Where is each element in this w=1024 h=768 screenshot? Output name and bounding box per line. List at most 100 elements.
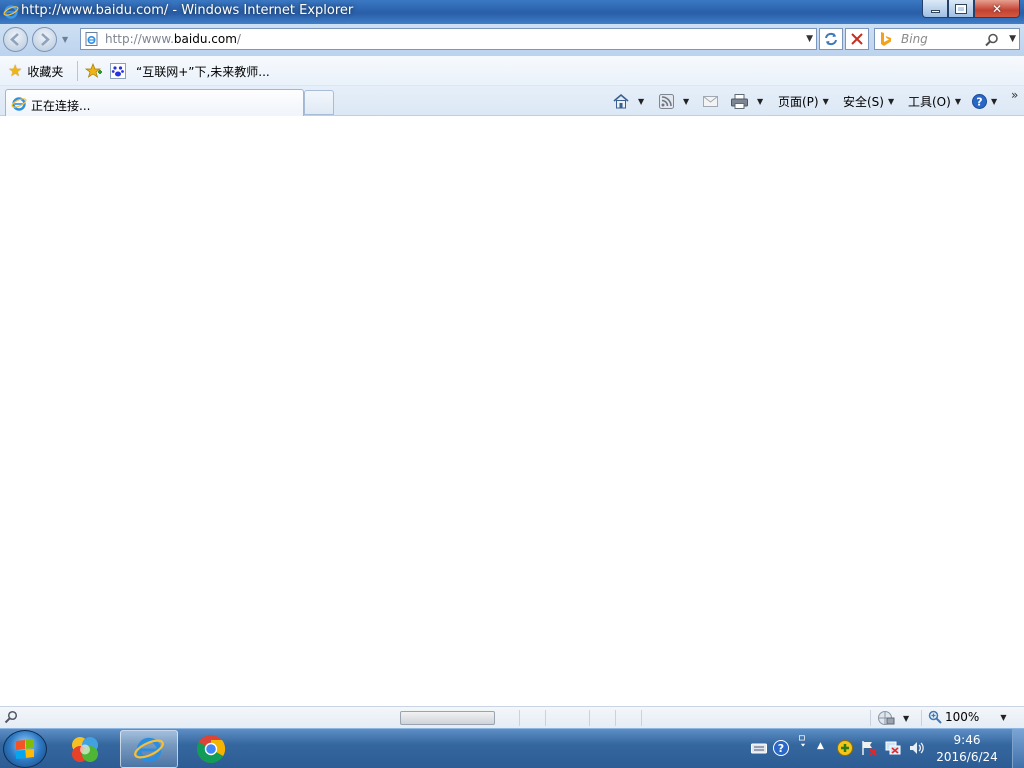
bing-logo-icon — [881, 32, 891, 46]
favorites-star-icon: ★ — [8, 61, 23, 80]
stop-button[interactable] — [845, 28, 869, 50]
favorites-bar: ★ 收藏夹 “互联网+”下,未来教师... — [0, 56, 1024, 86]
colorful-app-icon — [72, 737, 98, 762]
page-menu-label: 页面(P) — [778, 94, 819, 109]
search-options-dropdown[interactable]: ▼ — [1009, 34, 1016, 44]
protected-mode-button[interactable]: ▼ — [877, 710, 909, 726]
zoom-level: 100% — [945, 710, 980, 724]
tools-menu[interactable]: 工具(O) ▼ — [908, 92, 961, 110]
keyboard-icon[interactable] — [751, 740, 767, 756]
taskbar-app-qq-pinyin[interactable] — [56, 730, 114, 768]
status-divider — [519, 710, 520, 726]
start-button[interactable] — [3, 730, 47, 768]
new-tab-button[interactable] — [304, 90, 334, 115]
globe-lock-icon — [878, 711, 895, 725]
forward-arrow-icon — [41, 33, 50, 46]
search-box[interactable]: Bing ▼ — [874, 28, 1020, 50]
zoom-magnifier-icon — [928, 710, 942, 724]
tab-title: 正在连接... — [31, 99, 91, 113]
svg-text:?: ? — [976, 95, 982, 108]
back-button[interactable] — [3, 27, 28, 52]
status-divider — [921, 710, 922, 726]
favorites-separator — [77, 61, 78, 81]
help-tray-icon[interactable]: ? — [773, 740, 789, 756]
maximize-button[interactable] — [948, 0, 974, 18]
stop-icon — [851, 33, 863, 45]
safety-menu[interactable]: 安全(S) ▼ — [843, 92, 894, 110]
show-hidden-icons-button[interactable]: ▲ — [817, 741, 824, 751]
taskbar: ? ▲ 9:46 2016/6/24 — [0, 728, 1024, 768]
favorites-button[interactable]: ★ 收藏夹 — [8, 62, 63, 80]
page-ie-icon — [85, 32, 98, 46]
network-icon[interactable] — [885, 740, 901, 756]
navigation-bar: ▼ http://www.baidu.com/ ▼ Bing ▼ — [0, 24, 1024, 56]
page-menu[interactable]: 页面(P) ▼ — [778, 92, 829, 110]
status-divider — [589, 710, 590, 726]
mail-icon — [703, 95, 718, 107]
favorite-link[interactable]: “互联网+”下,未来教师... — [110, 62, 270, 80]
taskbar-chrome[interactable] — [182, 730, 240, 768]
compatibility-refresh-button[interactable] — [819, 28, 843, 50]
taskbar-internet-explorer[interactable] — [120, 730, 178, 768]
tab-and-command-bar: 正在连接... ▼ ▼ ▼ 页面(P) ▼ 安全(S) ▼ 工具(O) ▼ ? … — [0, 86, 1024, 116]
safety-menu-label: 安全(S) — [843, 94, 884, 109]
windows-logo-icon — [16, 739, 34, 759]
minimize-icon — [930, 10, 940, 13]
zoom-dropdown-icon[interactable]: ▼ — [1000, 713, 1006, 722]
tab-ie-icon — [11, 97, 27, 111]
window-controls: ✕ — [922, 0, 1020, 18]
feeds-dropdown-icon[interactable]: ▼ — [683, 97, 689, 106]
command-bar-overflow-button[interactable]: » — [1011, 86, 1018, 104]
refresh-icon — [825, 32, 837, 46]
close-button[interactable]: ✕ — [974, 0, 1020, 18]
show-desktop-button[interactable] — [1012, 729, 1024, 768]
page-content-area[interactable] — [0, 116, 1024, 706]
home-icon — [613, 93, 629, 109]
home-button[interactable]: ▼ — [612, 92, 644, 110]
zoom-control[interactable]: 100% ▼ — [928, 710, 1006, 724]
volume-icon[interactable] — [909, 740, 925, 756]
help-icon: ? — [972, 93, 987, 109]
loading-progress-bar — [400, 711, 495, 725]
protected-mode-dropdown-icon: ▼ — [903, 713, 910, 723]
add-green-icon[interactable] — [837, 740, 853, 756]
window-title: http://www.baidu.com/ - Windows Internet… — [21, 3, 354, 18]
forward-button[interactable] — [32, 27, 57, 52]
close-icon: ✕ — [991, 1, 1003, 16]
recent-pages-dropdown[interactable]: ▼ — [62, 35, 68, 44]
add-to-favorites-bar-button[interactable] — [85, 62, 103, 80]
search-icon[interactable] — [985, 33, 999, 47]
help-menu[interactable]: ? ▼ — [972, 92, 997, 110]
page-menu-dropdown-icon: ▼ — [822, 96, 829, 106]
tab-active[interactable]: 正在连接... — [5, 89, 304, 116]
maximize-icon — [955, 3, 967, 14]
system-clock[interactable]: 9:46 2016/6/24 — [932, 732, 1002, 766]
flag-alert-icon[interactable] — [861, 740, 877, 756]
feeds-button[interactable]: ▼ — [659, 92, 689, 110]
minimize-button[interactable] — [922, 0, 948, 18]
internet-explorer-icon — [134, 737, 164, 763]
print-dropdown-icon[interactable]: ▼ — [757, 97, 763, 106]
ie-logo-icon — [3, 5, 19, 19]
language-bar-icon[interactable] — [795, 735, 811, 751]
print-button[interactable]: ▼ — [731, 92, 763, 110]
search-placeholder[interactable]: Bing — [901, 32, 928, 46]
search-status-icon — [4, 710, 18, 724]
tools-menu-dropdown-icon: ▼ — [954, 96, 961, 106]
svg-text:?: ? — [778, 742, 784, 755]
safety-menu-dropdown-icon: ▼ — [887, 96, 895, 106]
title-bar[interactable]: http://www.baidu.com/ - Windows Internet… — [0, 0, 1024, 24]
status-bar: ▼ 100% ▼ — [0, 706, 1024, 728]
address-bar[interactable]: http://www.baidu.com/ ▼ — [80, 28, 817, 50]
favorites-label: 收藏夹 — [27, 64, 64, 79]
status-divider — [870, 710, 871, 726]
address-input[interactable]: http://www.baidu.com/ — [105, 32, 241, 46]
chrome-icon — [197, 735, 226, 763]
tools-menu-label: 工具(O) — [908, 94, 951, 109]
status-divider — [615, 710, 616, 726]
status-divider — [545, 710, 546, 726]
help-dropdown-icon: ▼ — [991, 96, 998, 106]
home-dropdown-icon[interactable]: ▼ — [638, 97, 644, 106]
address-dropdown-icon[interactable]: ▼ — [806, 34, 813, 44]
read-mail-button[interactable] — [703, 92, 718, 110]
